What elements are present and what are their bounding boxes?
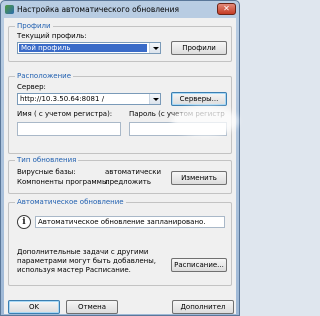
virus-bases-label: Вирусные базы: <box>17 168 76 176</box>
close-button[interactable]: ✕ <box>217 3 236 15</box>
virus-bases-value: автоматически <box>105 168 162 176</box>
components-label: Компоненты программы: <box>17 178 110 186</box>
location-legend: Расположение <box>15 72 74 80</box>
description-line-3: используя мастер Расписание. <box>17 266 131 274</box>
username-input[interactable] <box>17 122 121 136</box>
profiles-group: Профили Текущий профиль: Мой профиль Про… <box>8 22 232 62</box>
ok-button[interactable]: OK <box>8 300 60 314</box>
current-profile-value: Мой профиль <box>19 44 147 52</box>
change-button[interactable]: Изменить <box>171 171 227 185</box>
current-profile-label: Текущий профиль: <box>17 32 87 40</box>
auto-update-group: Автоматическое обновление i Автоматическ… <box>8 198 232 286</box>
title-bar[interactable]: Настройка автоматического обновления ✕ <box>1 1 239 17</box>
close-icon: ✕ <box>223 4 230 13</box>
chevron-down-icon[interactable] <box>149 94 160 104</box>
advanced-button[interactable]: Дополнител <box>172 300 234 314</box>
highlight-glow <box>172 106 238 136</box>
window-title: Настройка автоматического обновления <box>17 4 179 14</box>
username-label: Имя ( с учетом регистра): <box>17 110 113 118</box>
update-type-group: Тип обновления Вирусные базы: автоматиче… <box>8 156 232 194</box>
update-type-legend: Тип обновления <box>15 156 79 164</box>
schedule-button[interactable]: Расписание... <box>171 258 227 272</box>
auto-update-status-text: Автоматическое обновление запланировано. <box>35 216 225 228</box>
current-profile-select[interactable]: Мой профиль <box>17 42 161 54</box>
dialog-body: Профили Текущий профиль: Мой профиль Про… <box>4 18 238 314</box>
servers-button[interactable]: Серверы... <box>171 92 227 106</box>
profiles-legend: Профили <box>15 22 53 30</box>
profiles-button[interactable]: Профили <box>171 41 227 55</box>
cancel-button[interactable]: Отмена <box>66 300 118 314</box>
server-select[interactable]: http://10.3.50.64:8081 / <box>17 93 161 105</box>
auto-update-status: i Автоматическое обновление запланирован… <box>17 213 225 235</box>
server-value: http://10.3.50.64:8081 / <box>20 95 105 103</box>
settings-window: Настройка автоматического обновления ✕ П… <box>0 0 240 316</box>
description-line-1: Дополнительные задачи с другими <box>17 248 149 256</box>
chevron-down-icon[interactable] <box>149 43 160 53</box>
components-value: предложить <box>105 178 151 186</box>
auto-update-legend: Автоматическое обновление <box>15 198 126 206</box>
info-icon: i <box>17 215 31 229</box>
server-label: Сервер: <box>17 83 46 91</box>
description-line-2: параметрами могут быть добавлены, <box>17 257 156 265</box>
app-icon <box>5 4 14 14</box>
